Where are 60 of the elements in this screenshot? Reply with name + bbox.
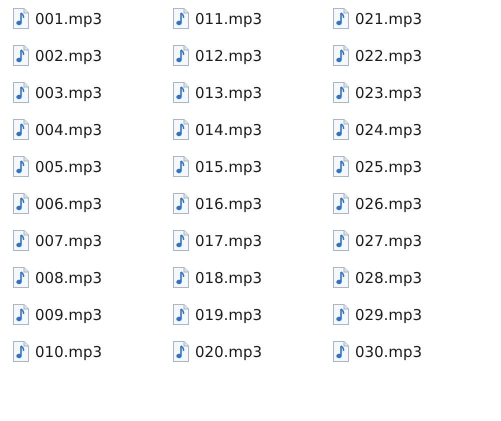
file-name[interactable]: 029.mp3 <box>355 306 422 324</box>
audio-file-icon <box>331 82 351 103</box>
audio-file-icon <box>331 156 351 177</box>
file-name[interactable]: 002.mp3 <box>35 46 102 64</box>
file-name[interactable]: 003.mp3 <box>35 84 102 102</box>
file-name[interactable]: 017.mp3 <box>195 232 262 250</box>
audio-file-icon <box>11 119 31 140</box>
file-name[interactable]: 022.mp3 <box>355 46 422 64</box>
file-name[interactable]: 014.mp3 <box>195 120 262 138</box>
audio-file-icon <box>11 230 31 251</box>
audio-file-icon <box>11 82 31 103</box>
file-name[interactable]: 016.mp3 <box>195 194 262 212</box>
audio-file-icon <box>171 341 191 362</box>
audio-file-icon <box>171 304 191 325</box>
file-name[interactable]: 024.mp3 <box>355 120 422 138</box>
audio-file-icon <box>171 193 191 214</box>
file-name[interactable]: 005.mp3 <box>35 158 102 176</box>
audio-file-icon <box>11 304 31 325</box>
file-name[interactable]: 030.mp3 <box>355 342 422 360</box>
file-name[interactable]: 025.mp3 <box>355 158 422 176</box>
audio-file-icon <box>171 82 191 103</box>
file-name[interactable]: 018.mp3 <box>195 268 262 286</box>
audio-file-icon <box>171 45 191 66</box>
file-name[interactable]: 008.mp3 <box>35 268 102 286</box>
audio-file-icon <box>11 193 31 214</box>
audio-file-icon <box>331 119 351 140</box>
file-name[interactable]: 028.mp3 <box>355 268 422 286</box>
audio-file-icon <box>11 8 31 29</box>
file-name[interactable]: 011.mp3 <box>195 10 262 28</box>
audio-file-icon <box>331 230 351 251</box>
file-name[interactable]: 020.mp3 <box>195 342 262 360</box>
file-name[interactable]: 023.mp3 <box>355 84 422 102</box>
file-name[interactable]: 015.mp3 <box>195 158 262 176</box>
audio-file-icon <box>171 8 191 29</box>
file-name[interactable]: 007.mp3 <box>35 232 102 250</box>
audio-file-icon <box>331 193 351 214</box>
file-name[interactable]: 009.mp3 <box>35 306 102 324</box>
audio-file-icon <box>331 341 351 362</box>
file-name[interactable]: 013.mp3 <box>195 84 262 102</box>
file-name[interactable]: 012.mp3 <box>195 46 262 64</box>
audio-file-icon <box>171 230 191 251</box>
audio-file-icon <box>171 267 191 288</box>
file-name[interactable]: 021.mp3 <box>355 10 422 28</box>
file-name[interactable]: 004.mp3 <box>35 120 102 138</box>
audio-file-icon <box>331 267 351 288</box>
audio-file-icon <box>171 156 191 177</box>
audio-file-icon <box>171 119 191 140</box>
file-name[interactable]: 001.mp3 <box>35 10 102 28</box>
file-name[interactable]: 019.mp3 <box>195 306 262 324</box>
audio-file-icon <box>11 341 31 362</box>
audio-file-icon <box>331 304 351 325</box>
audio-file-icon <box>331 45 351 66</box>
audio-file-icon <box>11 156 31 177</box>
audio-file-icon <box>11 267 31 288</box>
file-name[interactable]: 027.mp3 <box>355 232 422 250</box>
file-name[interactable]: 010.mp3 <box>35 342 102 360</box>
file-name[interactable]: 006.mp3 <box>35 194 102 212</box>
file-name[interactable]: 026.mp3 <box>355 194 422 212</box>
audio-file-icon <box>331 8 351 29</box>
audio-file-icon <box>11 45 31 66</box>
